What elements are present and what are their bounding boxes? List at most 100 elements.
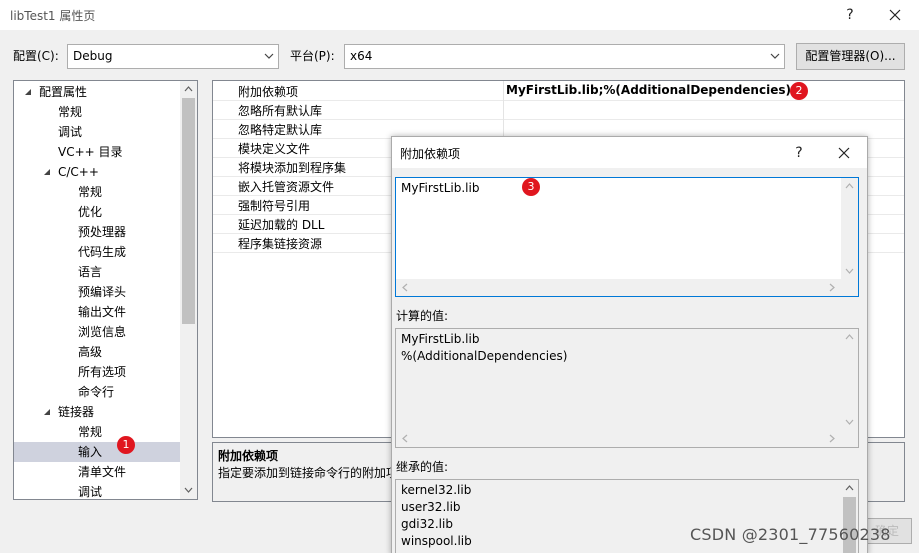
tree-item-label: VC++ 目录: [58, 145, 123, 159]
scroll-up-icon[interactable]: [845, 334, 854, 340]
computed-vscrollbar[interactable]: [841, 329, 858, 431]
annotation-badge-2: 2: [790, 82, 808, 100]
dialog-close-button[interactable]: [830, 142, 858, 164]
computed-values-label: 计算的值:: [396, 309, 449, 323]
property-name: 程序集链接资源: [238, 237, 323, 251]
tree-item[interactable]: 浏览信息: [14, 322, 182, 342]
tree-item[interactable]: 代码生成: [14, 242, 182, 262]
tree-item-label: 输入: [78, 445, 103, 459]
tree-item[interactable]: 输出文件: [14, 302, 182, 322]
scroll-right-icon[interactable]: [829, 283, 835, 292]
tree-item[interactable]: 高级: [14, 342, 182, 362]
tree-item[interactable]: 常规: [14, 422, 182, 442]
dialog-title: 附加依赖项: [400, 147, 461, 161]
annotation-badge-3: 3: [522, 178, 540, 196]
tree-item-label: 命令行: [78, 385, 115, 399]
dependency-line: MyFirstLib.lib: [401, 181, 480, 195]
tree-item-label: 预处理器: [78, 225, 127, 239]
inherited-line: kernel32.lib: [401, 483, 472, 497]
tree-item-label: 常规: [58, 105, 83, 119]
tree-item[interactable]: 清单文件: [14, 462, 182, 482]
tree-item-label: 调试: [78, 485, 103, 499]
property-name: 模块定义文件: [238, 142, 311, 156]
tree-scroll-thumb[interactable]: [182, 98, 195, 324]
tree-item[interactable]: 配置属性: [14, 82, 182, 102]
tree-scrollbar[interactable]: [180, 81, 197, 499]
annotation-badge-1: 1: [117, 436, 135, 454]
tree-item[interactable]: 所有选项: [14, 362, 182, 382]
expand-toggle-icon[interactable]: [43, 168, 51, 176]
tree-item-label: 调试: [58, 125, 83, 139]
tree-item[interactable]: 输入: [14, 442, 182, 462]
column-separator: [503, 100, 504, 119]
computed-line: %(AdditionalDependencies): [401, 349, 568, 363]
scroll-up-icon[interactable]: [184, 86, 193, 92]
computed-hscrollbar[interactable]: [396, 430, 858, 447]
config-select[interactable]: Debug: [67, 44, 279, 69]
config-manager-button[interactable]: 配置管理器(O)...: [796, 43, 905, 70]
tree-item-label: 配置属性: [39, 85, 88, 99]
tree-item-label: 常规: [78, 425, 103, 439]
property-name: 将模块添加到程序集: [238, 161, 347, 175]
close-icon: [889, 9, 901, 21]
tree-item[interactable]: 常规: [14, 182, 182, 202]
property-tree: 配置属性 常规 调试 VC++ 目录 C/C++ 常规 优化 预处理器 代码生成 语言 预编译头 输出…: [13, 80, 198, 500]
watermark: CSDN @2301_77560238: [690, 525, 891, 544]
scroll-down-icon[interactable]: [845, 419, 854, 425]
close-button[interactable]: [881, 4, 909, 26]
expand-toggle-icon[interactable]: [43, 408, 51, 416]
tree-item[interactable]: 预编译头: [14, 282, 182, 302]
tree-item-label: 浏览信息: [78, 325, 127, 339]
computed-values-box: MyFirstLib.lib %(AdditionalDependencies): [395, 328, 859, 448]
chevron-down-icon: [770, 53, 780, 59]
inherited-line: winspool.lib: [401, 534, 472, 548]
title-bar: libTest1 属性页 ?: [0, 0, 919, 30]
platform-value: x64: [350, 49, 373, 63]
property-name: 延迟加载的 DLL: [238, 218, 325, 232]
tree-item-label: 语言: [78, 265, 103, 279]
dependencies-edit-box[interactable]: MyFirstLib.lib: [395, 177, 859, 297]
property-pages-window: libTest1 属性页 ? 配置(C): Debug 平台(P): x64 配…: [0, 0, 919, 553]
edit-hscrollbar[interactable]: [396, 279, 858, 296]
scroll-right-icon[interactable]: [829, 434, 835, 443]
dialog-help-button[interactable]: ?: [785, 142, 813, 164]
scroll-left-icon[interactable]: [402, 434, 408, 443]
tree-item-label: 预编译头: [78, 285, 127, 299]
scroll-down-icon[interactable]: [184, 487, 193, 493]
tree-item-label: 常规: [78, 185, 103, 199]
tree-item-label: 优化: [78, 205, 103, 219]
platform-select[interactable]: x64: [344, 44, 785, 69]
edit-vscrollbar[interactable]: [841, 178, 858, 280]
tree-item[interactable]: 调试: [14, 482, 182, 499]
tree-item-label: 代码生成: [78, 245, 127, 259]
property-name: 附加依赖项: [238, 85, 299, 99]
scroll-up-icon[interactable]: [845, 485, 854, 491]
scroll-left-icon[interactable]: [402, 283, 408, 292]
scroll-up-icon[interactable]: [845, 183, 854, 189]
tree-item[interactable]: 优化: [14, 202, 182, 222]
tree-item-label: 链接器: [58, 405, 95, 419]
scroll-down-icon[interactable]: [845, 268, 854, 274]
tree-item[interactable]: C/C++: [14, 162, 182, 182]
tree-item-label: 高级: [78, 345, 103, 359]
tree-item-label: 输出文件: [78, 305, 127, 319]
expand-toggle-icon[interactable]: [24, 88, 32, 96]
inherited-line: gdi32.lib: [401, 517, 453, 531]
chevron-down-icon: [264, 53, 274, 59]
tree-item[interactable]: 命令行: [14, 382, 182, 402]
dialog-title-bar: 附加依赖项 ?: [392, 137, 867, 168]
tree-item[interactable]: 调试: [14, 122, 182, 142]
config-value: Debug: [73, 49, 113, 63]
tree-item[interactable]: 常规: [14, 102, 182, 122]
tree-item[interactable]: 链接器: [14, 402, 182, 422]
property-value[interactable]: MyFirstLib.lib;%(AdditionalDependencies): [506, 83, 791, 97]
config-label: 配置(C):: [13, 49, 59, 63]
tree-item[interactable]: 语言: [14, 262, 182, 282]
property-name: 忽略所有默认库: [238, 104, 323, 118]
window-title: libTest1 属性页: [10, 9, 96, 23]
tree-item[interactable]: VC++ 目录: [14, 142, 182, 162]
grid-row[interactable]: 忽略所有默认库: [213, 100, 904, 119]
tree-item[interactable]: 预处理器: [14, 222, 182, 242]
description-title: 附加依赖项: [218, 449, 279, 463]
help-button[interactable]: ?: [836, 4, 864, 26]
